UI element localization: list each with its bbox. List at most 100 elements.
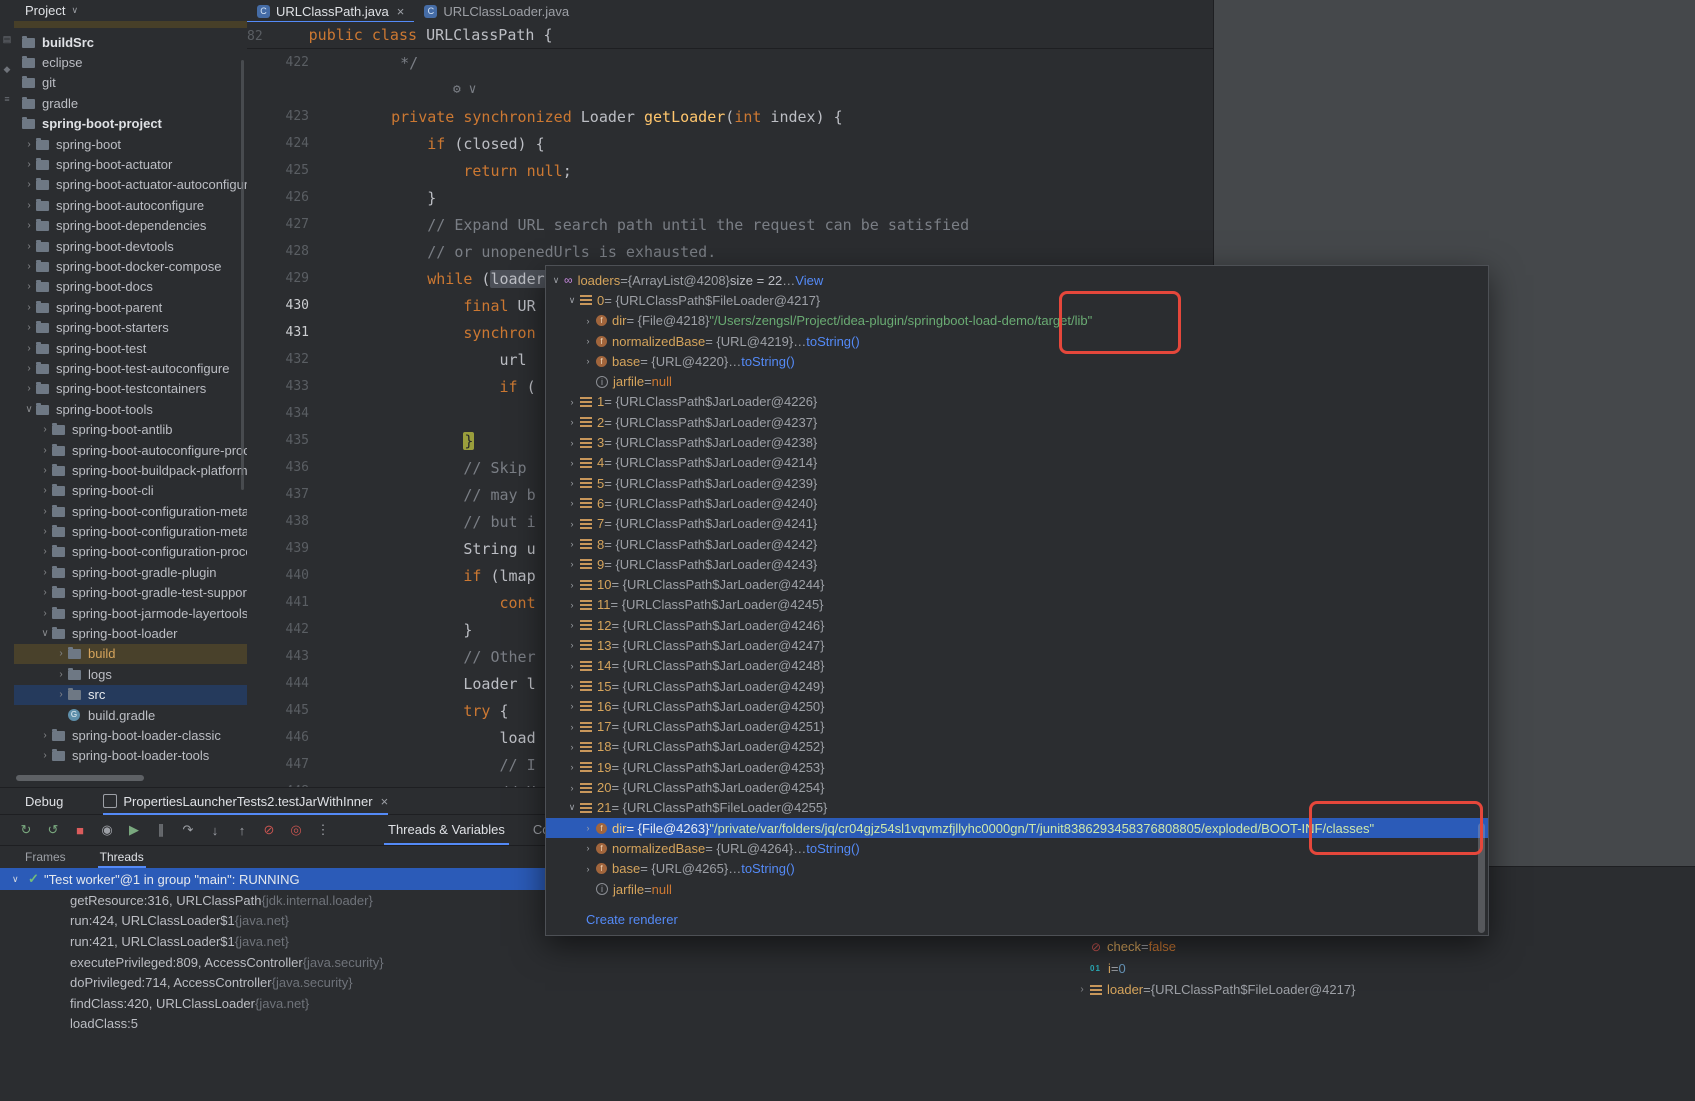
chevron-icon[interactable]: ∨ [38, 628, 52, 639]
chevron-icon[interactable]: › [38, 546, 52, 557]
tree-item-buildsrc[interactable]: buildSrc [14, 32, 247, 52]
chevron-icon[interactable]: › [564, 722, 580, 732]
more-icon[interactable]: ⋮ [313, 822, 333, 838]
tree-item-spring-boot-actuator[interactable]: ›spring-boot-actuator [14, 154, 247, 174]
tree-item-src[interactable]: ›src [14, 685, 247, 705]
rerun-failed-tests-icon[interactable]: ↺ [43, 822, 63, 838]
tree-item-build-gradle[interactable]: Gbuild.gradle [14, 705, 247, 725]
popup-tree-row[interactable]: ›15 = {URLClassPath$JarLoader@4249} [546, 676, 1488, 696]
popup-tree-row[interactable]: ›1 = {URLClassPath$JarLoader@4226} [546, 392, 1488, 412]
chevron-icon[interactable]: › [22, 261, 36, 272]
tree-item-spring-boot[interactable]: ›spring-boot [14, 134, 247, 154]
popup-tree-row[interactable]: ›5 = {URLClassPath$JarLoader@4239} [546, 473, 1488, 493]
project-icon[interactable]: ▤ [1, 34, 13, 45]
tree-item-spring-boot-loader-classic[interactable]: ›spring-boot-loader-classic [14, 725, 247, 745]
tab-threads-and-variables[interactable]: Threads & Variables [374, 815, 519, 845]
tree-item-spring-boot-starters[interactable]: ›spring-boot-starters [14, 317, 247, 337]
commit-icon[interactable]: ◆ [1, 64, 13, 75]
tree-item-spring-boot-cli[interactable]: ›spring-boot-cli [14, 481, 247, 501]
tree-item-spring-boot-tools[interactable]: ∨spring-boot-tools [14, 399, 247, 419]
chevron-icon[interactable]: › [22, 383, 36, 394]
popup-tree-row[interactable]: ›16 = {URLClassPath$JarLoader@4250} [546, 696, 1488, 716]
tree-item-spring-boot-gradle-test-support[interactable]: ›spring-boot-gradle-test-support [14, 583, 247, 603]
chevron-icon[interactable]: › [22, 179, 36, 190]
chevron-icon[interactable]: › [38, 485, 52, 496]
chevron-icon[interactable]: › [580, 316, 596, 326]
chevron-icon[interactable]: › [38, 445, 52, 456]
tree-item-spring-boot-devtools[interactable]: ›spring-boot-devtools [14, 236, 247, 256]
tree-item-gradle[interactable]: gradle [14, 93, 247, 113]
tree-item-spring-boot-testcontainers[interactable]: ›spring-boot-testcontainers [14, 379, 247, 399]
chevron-icon[interactable]: › [564, 458, 580, 468]
popup-tree-row[interactable]: ›18 = {URLClassPath$JarLoader@4252} [546, 737, 1488, 757]
close-icon[interactable]: × [397, 4, 405, 19]
chevron-icon[interactable]: › [564, 519, 580, 529]
step-into-icon[interactable]: ↓ [205, 823, 225, 838]
eye-icon[interactable]: ◉ [97, 822, 117, 838]
chevron-icon[interactable]: › [564, 661, 580, 671]
tree-item-logs[interactable]: ›logs [14, 664, 247, 684]
chevron-icon[interactable]: › [38, 526, 52, 537]
chevron-icon[interactable]: › [564, 640, 580, 650]
chevron-icon[interactable]: › [22, 281, 36, 292]
popup-tree-row[interactable]: ›7 = {URLClassPath$JarLoader@4241} [546, 514, 1488, 534]
tree-item-spring-boot-gradle-plugin[interactable]: ›spring-boot-gradle-plugin [14, 562, 247, 582]
chevron-icon[interactable]: › [564, 498, 580, 508]
chevron-icon[interactable]: › [564, 783, 580, 793]
popup-tree-row[interactable]: ›10 = {URLClassPath$JarLoader@4244} [546, 574, 1488, 594]
chevron-icon[interactable]: › [22, 139, 36, 150]
popup-tree-row[interactable]: ›14 = {URLClassPath$JarLoader@4248} [546, 656, 1488, 676]
chevron-icon[interactable]: ∨ [564, 295, 580, 306]
chevron-icon[interactable]: › [38, 587, 52, 598]
resume-icon[interactable]: ▶ [124, 822, 144, 838]
structure-icon[interactable]: ≡ [1, 94, 13, 104]
chevron-icon[interactable]: › [564, 417, 580, 427]
chevron-icon[interactable]: › [54, 689, 68, 700]
chevron-icon[interactable]: › [564, 580, 580, 590]
popup-tree-row[interactable]: ›2 = {URLClassPath$JarLoader@4237} [546, 412, 1488, 432]
tree-item-spring-boot-dependencies[interactable]: ›spring-boot-dependencies [14, 216, 247, 236]
chevron-icon[interactable]: › [564, 478, 580, 488]
chevron-icon[interactable]: › [38, 750, 52, 761]
tree-item-spring-boot-jarmode-layertools[interactable]: ›spring-boot-jarmode-layertools [14, 603, 247, 623]
tree-item-git[interactable]: git [14, 73, 247, 93]
step-over-icon[interactable]: ↷ [178, 822, 198, 838]
tree-item-spring-boot-loader[interactable]: ∨spring-boot-loader [14, 623, 247, 643]
mute-breakpoints-icon[interactable]: ⊘ [259, 822, 279, 838]
tree-item-spring-boot-test[interactable]: ›spring-boot-test [14, 338, 247, 358]
tree-item-spring-boot-autoconfigure-processor[interactable]: ›spring-boot-autoconfigure-processor [14, 440, 247, 460]
tab-threads[interactable]: Threads [100, 846, 144, 868]
gear-inlay-icon[interactable]: ⚙ ∨ [453, 82, 476, 97]
chevron-icon[interactable]: › [22, 241, 36, 252]
stack-frame[interactable]: executePrivileged:809, AccessController … [0, 952, 1695, 973]
step-out-icon[interactable]: ↑ [232, 823, 252, 838]
popup-tree-row[interactable]: ›fnormalizedBase = {URL@4219} … toString… [546, 331, 1488, 351]
project-tree-horizontal-scrollbar[interactable] [16, 775, 144, 781]
tree-item-spring-boot-docker-compose[interactable]: ›spring-boot-docker-compose [14, 256, 247, 276]
editor-tab-urlclassloader-java[interactable]: CURLClassLoader.java [414, 0, 579, 22]
stack-frame[interactable]: loadClass:5 [0, 1014, 1695, 1035]
view-breakpoints-icon[interactable]: ◎ [286, 822, 306, 838]
stack-frame[interactable]: doPrivileged:714, AccessController {java… [0, 972, 1695, 993]
chevron-icon[interactable]: › [38, 608, 52, 619]
chevron-icon[interactable]: › [38, 424, 52, 435]
popup-tree-row[interactable]: ›fbase = {URL@4220} … toString() [546, 351, 1488, 371]
chevron-icon[interactable]: › [564, 701, 580, 711]
variable-check[interactable]: ⊘check = false [1074, 936, 1355, 958]
create-renderer-link[interactable]: Create renderer [586, 912, 678, 927]
tree-item-spring-boot-buildpack-platform[interactable]: ›spring-boot-buildpack-platform [14, 460, 247, 480]
chevron-icon[interactable]: › [22, 302, 36, 313]
editor-tab-urlclasspath-java[interactable]: CURLClassPath.java× [247, 0, 414, 22]
tree-item-spring-boot-loader-tools[interactable]: ›spring-boot-loader-tools [14, 746, 247, 766]
tree-item-spring-boot-autoconfigure[interactable]: ›spring-boot-autoconfigure [14, 195, 247, 215]
chevron-icon[interactable]: › [22, 220, 36, 231]
chevron-icon[interactable]: › [564, 559, 580, 569]
chevron-icon[interactable]: › [38, 465, 52, 476]
chevron-icon[interactable]: › [54, 669, 68, 680]
popup-tree-row[interactable]: ›11 = {URLClassPath$JarLoader@4245} [546, 595, 1488, 615]
rerun-icon[interactable]: ↻ [16, 822, 36, 838]
popup-tree-row[interactable]: ijarfile = null [546, 879, 1488, 899]
popup-tree-row[interactable]: ›fbase = {URL@4265} … toString() [546, 859, 1488, 879]
chevron-icon[interactable]: › [564, 397, 580, 407]
popup-tree-row[interactable]: ijarfile = null [546, 371, 1488, 391]
